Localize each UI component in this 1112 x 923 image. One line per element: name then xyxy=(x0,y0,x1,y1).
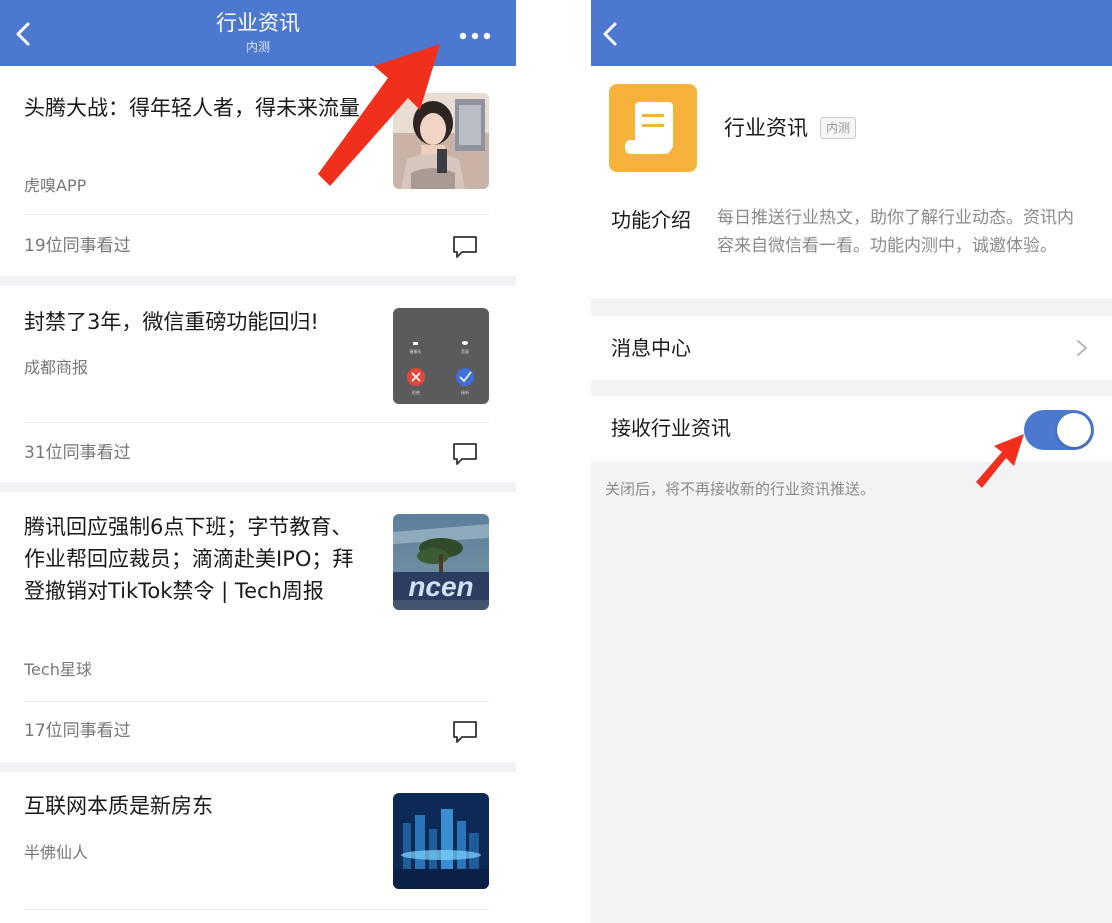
chevron-left-icon[interactable] xyxy=(599,20,623,48)
colleague-views: 19位同事看过 xyxy=(24,236,131,256)
article-source: 成都商报 xyxy=(24,358,89,377)
message-center-row[interactable]: 消息中心 xyxy=(591,316,1112,380)
divider xyxy=(24,701,489,702)
article-thumbnail xyxy=(393,93,489,189)
article-card[interactable]: 头腾大战：得年轻人者，得未来流量 虎嗅APP 19位同事看过 xyxy=(0,66,516,276)
chevron-right-icon[interactable] xyxy=(1075,338,1089,358)
more-dots-icon[interactable] xyxy=(456,24,496,48)
right-top-bar xyxy=(591,0,1112,66)
app-profile: 行业资讯 内测 xyxy=(591,66,1112,186)
receive-news-note: 关闭后，将不再接收新的行业资讯推送。 xyxy=(605,480,876,498)
article-card[interactable]: 封禁了3年，微信重磅功能回归! 成都商报 摄像头 音量 拒绝 接听 31位同事看… xyxy=(0,286,516,482)
intro-text: 每日推送行业热文，助你了解行业动态。资讯内容来自微信看一看。功能内测中，诚邀体验… xyxy=(717,208,1074,256)
comment-icon[interactable] xyxy=(451,441,479,467)
colleague-views: 31位同事看过 xyxy=(24,443,131,463)
thumb-label: 音量 xyxy=(461,348,469,354)
article-title[interactable]: 腾讯回应强制6点下班；字节教育、作业帮回应裁员；滴滴赴美IPO；拜登撤销对Tik… xyxy=(24,511,354,607)
comment-icon[interactable] xyxy=(451,719,479,745)
left-screen-article-list: 行业资讯 内测 头腾大战：得年轻人者，得未来流量 虎嗅APP 19位同事看过 封… xyxy=(0,0,516,923)
section-gap xyxy=(0,276,516,286)
article-thumbnail xyxy=(393,793,489,889)
feature-intro: 功能介绍 每日推送行业热文，助你了解行业动态。资讯内容来自微信看一看。功能内测中… xyxy=(591,186,1112,298)
divider xyxy=(24,214,489,215)
thumb-label: 拒绝 xyxy=(412,389,420,395)
receive-news-toggle[interactable] xyxy=(1024,410,1094,450)
scroll-document-icon xyxy=(609,84,697,172)
article-card[interactable]: 互联网本质是新房东 半佛仙人 xyxy=(0,772,516,923)
comment-icon[interactable] xyxy=(451,234,479,260)
article-title[interactable]: 头腾大战：得年轻人者，得未来流量 xyxy=(24,92,364,124)
message-center-label[interactable]: 消息中心 xyxy=(611,334,691,362)
divider xyxy=(24,909,489,910)
article-title[interactable]: 互联网本质是新房东 xyxy=(24,790,364,822)
left-top-bar: 行业资讯 内测 xyxy=(0,0,516,66)
intro-label: 功能介绍 xyxy=(611,208,691,232)
page-title: 行业资讯 xyxy=(216,11,300,35)
thumb-label: 接听 xyxy=(461,389,469,395)
thumb-label: 摄像头 xyxy=(410,348,422,354)
article-source: 虎嗅APP xyxy=(24,176,87,195)
page-subtitle: 内测 xyxy=(245,40,270,54)
right-screen-app-settings: 行业资讯 内测 功能介绍 每日推送行业热文，助你了解行业动态。资讯内容来自微信看… xyxy=(591,0,1112,923)
divider xyxy=(24,422,489,423)
section-gap xyxy=(0,482,516,492)
article-source: 半佛仙人 xyxy=(24,843,89,862)
beta-badge: 内测 xyxy=(820,117,857,139)
colleague-views: 17位同事看过 xyxy=(24,721,131,741)
article-thumbnail: ncen xyxy=(393,514,489,610)
article-card[interactable]: 腾讯回应强制6点下班；字节教育、作业帮回应裁员；滴滴赴美IPO；拜登撤销对Tik… xyxy=(0,492,516,762)
article-thumbnail: 摄像头 音量 拒绝 接听 xyxy=(393,308,489,404)
thumb-text: ncen xyxy=(408,571,473,602)
receive-news-row: 接收行业资讯 xyxy=(591,396,1112,462)
app-name: 行业资讯 xyxy=(724,116,808,140)
article-title[interactable]: 封禁了3年，微信重磅功能回归! xyxy=(24,306,364,338)
section-gap xyxy=(0,762,516,772)
receive-news-label: 接收行业资讯 xyxy=(611,416,731,440)
toggle-knob xyxy=(1057,413,1091,447)
article-source: Tech星球 xyxy=(24,660,92,679)
